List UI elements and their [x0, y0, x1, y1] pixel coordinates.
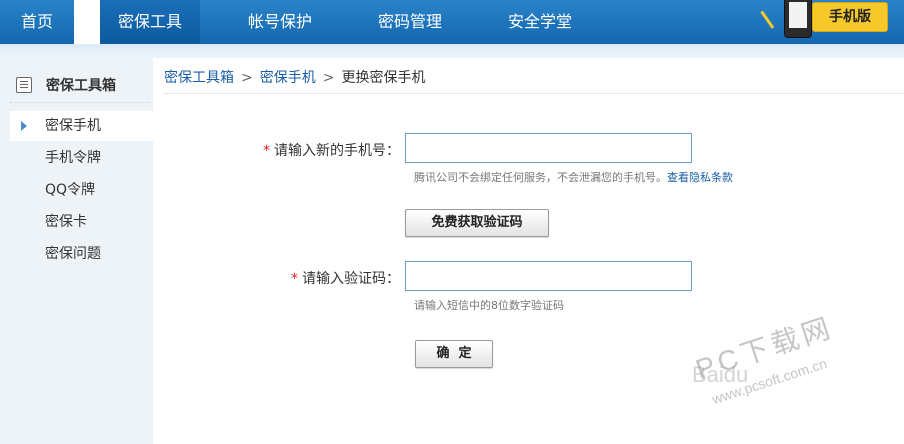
breadcrumb-separator: > [322, 70, 335, 86]
confirm-button[interactable]: 确 定 [415, 340, 493, 368]
breadcrumb-link-toolbox[interactable]: 密保工具箱 [164, 70, 234, 86]
sidebar: 密保工具箱 密保手机 手机令牌 QQ令牌 密保卡 密保问题 [0, 58, 153, 444]
nav-account-protection[interactable]: 帐号保护 [230, 0, 330, 44]
code-hint: 请输入短信中的8位数字验证码 [414, 299, 564, 312]
phone-screen [789, 2, 807, 28]
breadcrumb: 密保工具箱 > 密保手机 > 更换密保手机 [164, 66, 425, 90]
required-mark: * [291, 271, 298, 287]
nav-separator [74, 0, 100, 44]
get-verification-code-button[interactable]: 免费获取验证码 [405, 209, 549, 237]
top-navigation-bar: 首页 密保工具 帐号保护 密码管理 安全学堂 手机版 [0, 0, 904, 45]
sidebar-item-label: 手机令牌 [45, 150, 101, 166]
toolbox-icon [16, 77, 32, 93]
watermark: Baidu PC下载网 www.pcsoft.com.cn [690, 312, 904, 444]
sidebar-item-security-card[interactable]: 密保卡 [10, 207, 153, 237]
sidebar-item-security-question[interactable]: 密保问题 [10, 239, 153, 269]
arrow-right-icon [21, 121, 27, 131]
sidebar-item-label: 密保问题 [45, 246, 101, 262]
sidebar-item-label: QQ令牌 [45, 182, 96, 198]
phone-hint: 腾讯公司不会绑定任何服务，不会泄漏您的手机号。查看隐私条款 [414, 170, 834, 186]
nav-shadow-strip [0, 44, 904, 58]
sidebar-item-label: 密保手机 [45, 118, 101, 134]
nav-password-management[interactable]: 密码管理 [360, 0, 460, 44]
nav-security-school[interactable]: 安全学堂 [490, 0, 590, 44]
mobile-version-label[interactable]: 手机版 [812, 2, 888, 32]
mobile-phone-icon [784, 0, 812, 38]
verification-code-input[interactable] [405, 261, 692, 291]
sidebar-title-label: 密保工具箱 [46, 78, 116, 94]
phone-number-input[interactable] [405, 133, 692, 163]
nav-security-tools[interactable]: 密保工具 [100, 0, 200, 44]
phone-label: * 请输入新的手机号： [240, 136, 400, 166]
breadcrumb-link-security-phone[interactable]: 密保手机 [260, 70, 316, 86]
phone-label-text: 请输入新的手机号： [274, 143, 400, 159]
nav-home[interactable]: 首页 [0, 0, 74, 44]
code-label-text: 请输入验证码： [302, 271, 400, 287]
sidebar-item-label: 密保卡 [45, 214, 87, 230]
breadcrumb-current: 更换密保手机 [341, 70, 426, 86]
code-label: * 请输入验证码： [260, 264, 400, 294]
sidebar-title: 密保工具箱 [10, 74, 150, 103]
required-mark: * [263, 143, 270, 159]
privacy-policy-link[interactable]: 查看隐私条款 [667, 171, 733, 184]
mobile-version-badge[interactable]: 手机版 [760, 0, 890, 40]
sidebar-item-security-phone[interactable]: 密保手机 [10, 111, 153, 141]
breadcrumb-separator: > [241, 70, 253, 86]
sidebar-item-qq-token[interactable]: QQ令牌 [10, 175, 153, 205]
content-divider [164, 93, 904, 94]
sidebar-item-mobile-token[interactable]: 手机令牌 [10, 143, 153, 173]
phone-hint-text: 腾讯公司不会绑定任何服务，不会泄漏您的手机号。 [414, 171, 667, 184]
